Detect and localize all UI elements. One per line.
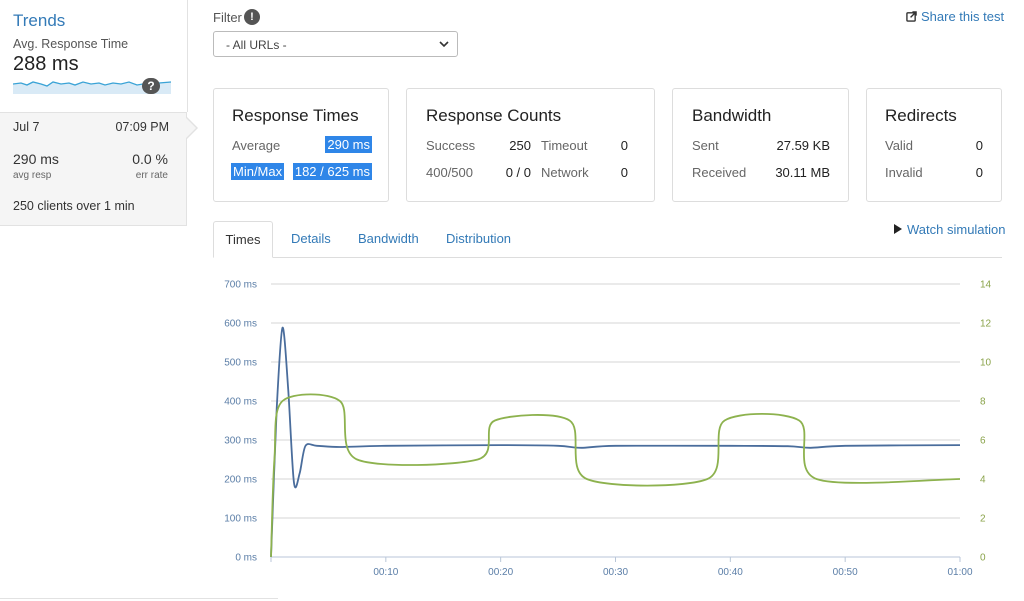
tab-distribution[interactable]: Distribution (446, 231, 511, 246)
tab-bandwidth[interactable]: Bandwidth (358, 231, 419, 246)
invalid-label: Invalid (885, 165, 923, 180)
play-icon (894, 224, 902, 234)
url-filter-selected: - All URLs - (226, 38, 287, 52)
avg-resp-value: 290 ms (13, 151, 59, 167)
share-icon (906, 11, 917, 22)
minmax-label: Min/Max (231, 163, 285, 180)
y-right-tick-label: 2 (980, 514, 986, 525)
trends-subtitle: Avg. Response Time (13, 37, 129, 51)
card-title: Response Times (232, 106, 359, 125)
y-right-tick-label: 4 (980, 475, 986, 486)
tab-times[interactable]: Times (213, 221, 273, 258)
card-title: Response Counts (426, 106, 562, 125)
x-tick-label: 00:40 (718, 567, 743, 578)
summary-panel: Jul 7 07:09 PM 290 ms avg resp 0.0 % err… (0, 112, 187, 226)
network-label: Network (541, 165, 589, 180)
x-tick-label: 00:30 (603, 567, 628, 578)
timeout-value: 0 (620, 138, 628, 153)
response-times-card: Response Times Average 290 ms Min/Max 18… (213, 88, 389, 202)
average-value: 290 ms (325, 136, 372, 153)
y-right-tick-label: 14 (980, 280, 992, 291)
response-counts-card: Response Counts Success 250 Timeout 0 40… (406, 88, 655, 202)
tab-details[interactable]: Details (291, 231, 331, 246)
redirects-card: Redirects Valid 0 Invalid 0 (866, 88, 1002, 202)
share-label: Share this test (921, 9, 1005, 24)
filter-label: Filter (213, 10, 242, 25)
card-title: Redirects (885, 106, 957, 125)
clients-series-line (270, 393, 961, 558)
average-label: Average (232, 138, 281, 153)
clients-summary: 250 clients over 1 min (13, 199, 135, 213)
valid-value: 0 (975, 138, 983, 153)
y-left-tick-label: 700 ms (224, 280, 257, 291)
success-value: 250 (509, 138, 531, 153)
trends-card[interactable]: Trends Avg. Response Time 288 ms ? (0, 0, 188, 112)
trends-title[interactable]: Trends (13, 11, 65, 31)
y-left-tick-label: 0 ms (235, 553, 257, 564)
errors-label: 400/500 (426, 165, 473, 180)
x-tick-label: 01:00 (947, 567, 972, 578)
received-value: 30.11 MB (775, 165, 830, 180)
success-label: Success (426, 138, 476, 153)
y-left-tick-label: 400 ms (224, 397, 257, 408)
help-icon[interactable]: ? (142, 78, 160, 94)
chart-ticks: 0 ms 0 100 ms 2 200 ms 4 300 ms 6 400 ms 8 500 ms 1… (224, 280, 991, 579)
x-tick-label: 00:20 (488, 567, 513, 578)
y-right-tick-label: 12 (980, 319, 992, 330)
summary-arrow (186, 118, 196, 138)
x-tick-label: 00:10 (373, 567, 398, 578)
valid-label: Valid (885, 138, 913, 153)
url-filter-select[interactable]: - All URLs - (213, 31, 458, 57)
sent-value: 27.59 KB (776, 138, 831, 153)
y-right-tick-label: 0 (980, 553, 986, 564)
tabs-divider (213, 257, 1002, 258)
y-left-tick-label: 200 ms (224, 475, 257, 486)
card-title: Bandwidth (692, 106, 772, 125)
summary-date: Jul 7 (13, 120, 40, 134)
y-left-tick-label: 600 ms (224, 319, 257, 330)
y-left-tick-label: 300 ms (224, 436, 257, 447)
err-rate-value: 0.0 % (132, 151, 168, 167)
response-times-chart: 0 ms 0 100 ms 2 200 ms 4 300 ms 6 400 ms 8 500 ms 1… (224, 280, 991, 579)
trends-value: 288 ms (13, 53, 79, 75)
watch-simulation-link[interactable]: Watch simulation (894, 222, 1006, 237)
y-left-tick-label: 100 ms (224, 514, 257, 525)
sent-label: Sent (692, 138, 719, 153)
y-right-tick-label: 8 (980, 397, 986, 408)
chevron-down-icon (439, 41, 449, 48)
network-value: 0 (620, 165, 628, 180)
received-label: Received (692, 165, 747, 180)
invalid-value: 0 (975, 165, 983, 180)
timeout-label: Timeout (541, 138, 588, 153)
avg-resp-label: avg resp (13, 170, 52, 181)
x-tick-label: 00:50 (833, 567, 858, 578)
errors-value: 0 / 0 (505, 165, 531, 180)
minmax-value: 182 / 625 ms (292, 163, 372, 180)
bandwidth-card: Bandwidth Sent 27.59 KB Received 30.11 M… (672, 88, 849, 202)
filter-help-icon[interactable]: ! (244, 9, 260, 25)
divider (0, 598, 278, 599)
y-left-tick-label: 500 ms (224, 358, 257, 369)
y-right-tick-label: 10 (980, 358, 992, 369)
chart-grid (271, 283, 960, 558)
err-rate-label: err rate (135, 170, 168, 181)
share-link[interactable]: Share this test (906, 9, 1004, 24)
watch-simulation-label: Watch simulation (907, 222, 1006, 237)
summary-time: 07:09 PM (115, 120, 169, 134)
y-right-tick-label: 6 (980, 436, 986, 447)
